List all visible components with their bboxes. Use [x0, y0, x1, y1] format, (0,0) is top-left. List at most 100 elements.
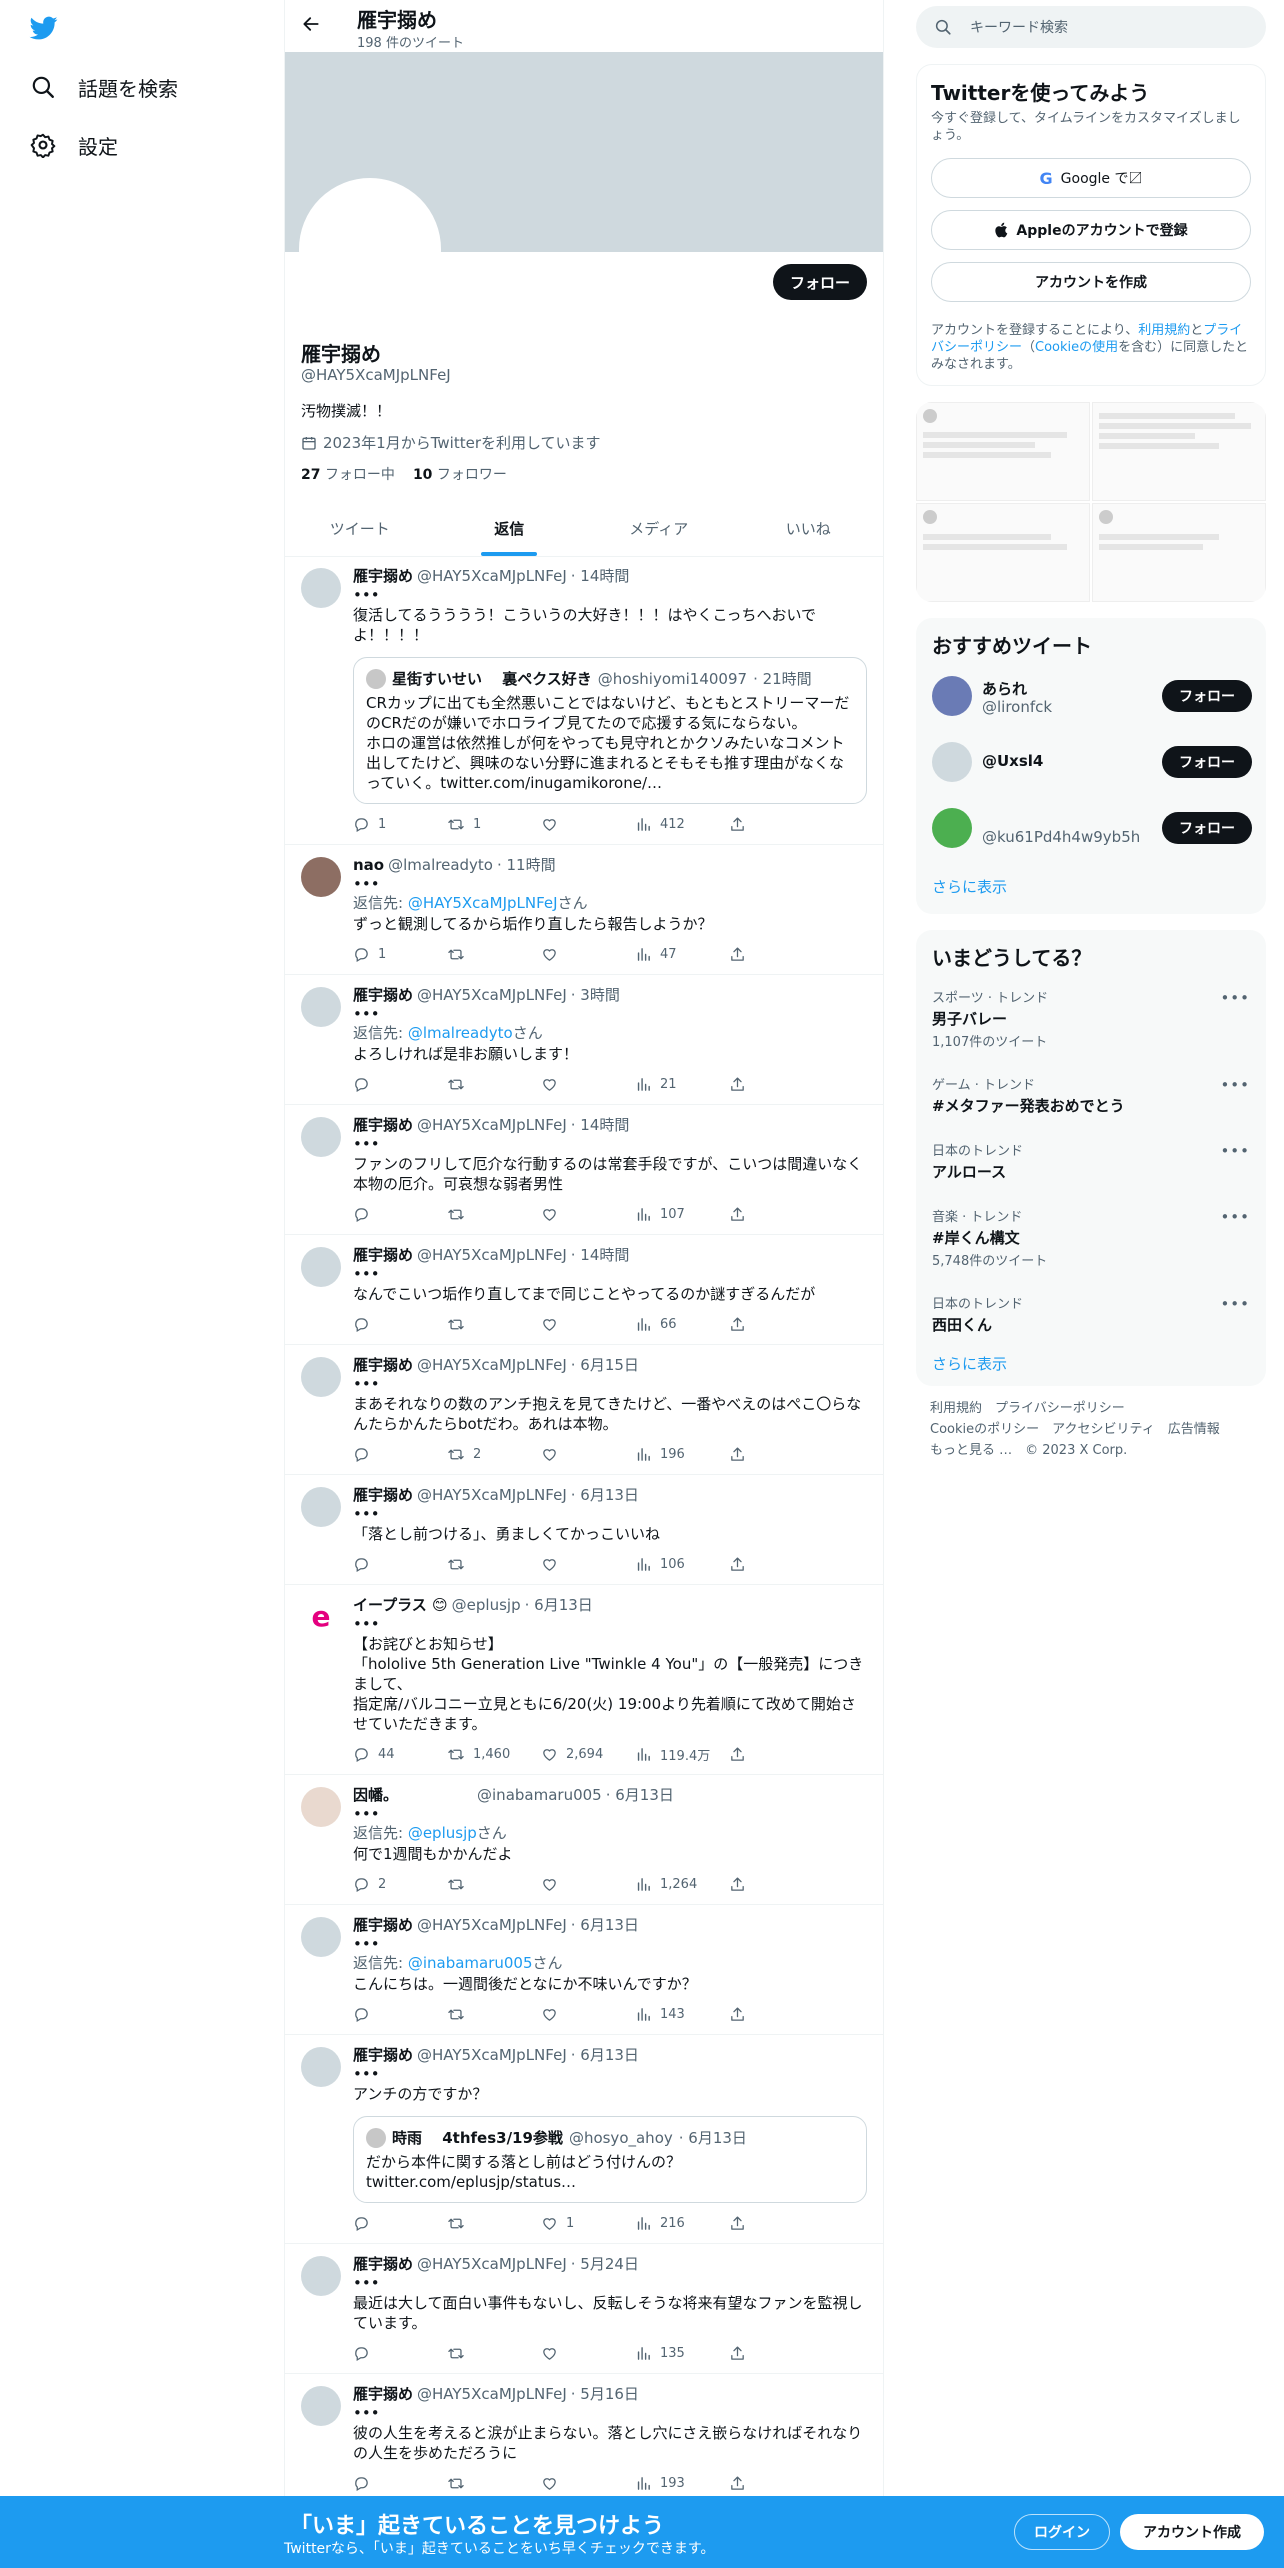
- more-icon[interactable]: •••: [353, 1005, 380, 1023]
- tweet[interactable]: 雁宇搦め @HAY5XcaMJpLNFeJ · 5月16日 ••• 彼の人生を考えると涙…: [285, 2374, 883, 2504]
- views-button[interactable]: 66: [635, 1316, 729, 1333]
- tweet-author-name[interactable]: 雁宇搦め: [353, 2045, 413, 2065]
- views-button[interactable]: 1,264: [635, 1876, 729, 1893]
- media-thumb[interactable]: [1092, 503, 1266, 602]
- more-icon[interactable]: •••: [353, 2274, 380, 2292]
- avatar[interactable]: [301, 857, 341, 897]
- trend-item[interactable]: 音楽 · トレンド #岸くん構文 5,748件のツイート •••: [916, 1194, 1266, 1281]
- retweet-button[interactable]: [447, 2345, 541, 2362]
- reply-to-link[interactable]: @inabamaru005: [408, 1954, 533, 1972]
- tweet[interactable]: 雁宇搦め @HAY5XcaMJpLNFeJ · 6月13日 ••• アンチの方ですか？時…: [285, 2035, 883, 2244]
- retweet-button[interactable]: [447, 1316, 541, 1333]
- follow-button[interactable]: フォロー: [773, 264, 867, 300]
- like-button[interactable]: [541, 946, 635, 963]
- followers-link[interactable]: 10 フォロワー: [413, 464, 507, 484]
- like-button[interactable]: 1: [541, 2215, 635, 2232]
- like-button[interactable]: [541, 816, 635, 833]
- tweet-author-name[interactable]: 雁宇搦め: [353, 1115, 413, 1135]
- reply-to-link[interactable]: @eplusjp: [408, 1824, 477, 1842]
- avatar[interactable]: [301, 1117, 341, 1157]
- follow-button[interactable]: フォロー: [1162, 680, 1252, 712]
- views-button[interactable]: 21: [635, 1076, 729, 1093]
- tab-likes[interactable]: いいね: [734, 502, 884, 556]
- cookie-link[interactable]: Cookieの使用: [1035, 340, 1118, 355]
- media-thumb[interactable]: [916, 402, 1090, 501]
- tweet-author-handle[interactable]: @HAY5XcaMJpLNFeJ: [417, 1915, 567, 1935]
- retweet-button[interactable]: [447, 2215, 541, 2232]
- reply-to-link[interactable]: @HAY5XcaMJpLNFeJ: [408, 894, 558, 912]
- tweet-author-name[interactable]: 雁宇搦め: [353, 985, 413, 1005]
- tab-tweets[interactable]: ツイート: [285, 502, 435, 556]
- avatar[interactable]: [299, 178, 441, 320]
- back-arrow-icon[interactable]: [301, 14, 321, 34]
- like-button[interactable]: [541, 1076, 635, 1093]
- tweet-author-handle[interactable]: @HAY5XcaMJpLNFeJ: [417, 985, 567, 1005]
- views-button[interactable]: 106: [635, 1556, 729, 1573]
- avatar[interactable]: [301, 1917, 341, 1957]
- tweet-time[interactable]: · 14時間: [571, 1245, 630, 1265]
- google-signup-button[interactable]: G Google で〼: [931, 158, 1251, 198]
- like-button[interactable]: [541, 2475, 635, 2492]
- like-button[interactable]: [541, 2345, 635, 2362]
- retweet-button[interactable]: 1,460: [447, 1746, 541, 1763]
- tweet-author-handle[interactable]: @HAY5XcaMJpLNFeJ: [417, 2384, 567, 2404]
- tweet-author-handle[interactable]: @inabamaru005: [402, 1785, 602, 1805]
- avatar[interactable]: [301, 1357, 341, 1397]
- more-icon[interactable]: •••: [353, 1135, 380, 1153]
- tweet-author-handle[interactable]: @HAY5XcaMJpLNFeJ: [417, 1355, 567, 1375]
- like-button[interactable]: [541, 2006, 635, 2023]
- tweet-author-name[interactable]: 雁宇搦め: [353, 1915, 413, 1935]
- views-button[interactable]: 412: [635, 816, 729, 833]
- tweet[interactable]: 雁宇搦め @HAY5XcaMJpLNFeJ · 6月15日 ••• まあそれなりの数のア…: [285, 1345, 883, 1475]
- tweet-time[interactable]: · 5月16日: [571, 2384, 639, 2404]
- share-button[interactable]: [729, 946, 746, 963]
- rec-user[interactable]: あられ @lironfck フォロー: [932, 676, 1252, 720]
- share-button[interactable]: [729, 1206, 746, 1223]
- avatar[interactable]: e: [301, 1597, 341, 1637]
- tweet-time[interactable]: · 14時間: [571, 1115, 630, 1135]
- avatar[interactable]: [301, 987, 341, 1027]
- reply-button[interactable]: [353, 2006, 447, 2023]
- share-button[interactable]: [729, 2006, 746, 2023]
- like-button[interactable]: [541, 1876, 635, 1893]
- more-icon[interactable]: •••: [353, 2404, 380, 2422]
- share-button[interactable]: [729, 1876, 746, 1893]
- tweet-author-handle[interactable]: @HAY5XcaMJpLNFeJ: [417, 1115, 567, 1135]
- terms-link[interactable]: 利用規約: [1138, 323, 1190, 338]
- tweet[interactable]: 雁宇搦め @HAY5XcaMJpLNFeJ · 6月13日 ••• 返信先: @inab…: [285, 1905, 883, 2035]
- media-thumb[interactable]: [916, 503, 1090, 602]
- more-icon[interactable]: •••: [353, 1375, 380, 1393]
- tweet-time[interactable]: · 6月13日: [571, 1485, 639, 1505]
- reply-button[interactable]: [353, 1076, 447, 1093]
- tweet-author-name[interactable]: 雁宇搦め: [353, 1485, 413, 1505]
- rec-user[interactable]: @ku61Pd4h4w9yb5h フォロー: [932, 808, 1252, 852]
- tweet-author-handle[interactable]: @eplusjp: [452, 1595, 521, 1615]
- retweet-button[interactable]: [447, 1556, 541, 1573]
- search-input[interactable]: キーワード検索: [970, 17, 1068, 37]
- tweet[interactable]: 雁宇搦め @HAY5XcaMJpLNFeJ · 3時間 ••• 返信先: @lmalre…: [285, 975, 883, 1105]
- more-icon[interactable]: •••: [353, 586, 380, 604]
- tweet-author-handle[interactable]: @lmalreadyto: [388, 855, 493, 875]
- tab-media[interactable]: メディア: [584, 502, 734, 556]
- footer-line[interactable]: もっと見る … © 2023 X Corp.: [930, 1440, 1220, 1461]
- tweet[interactable]: 雁宇搦め @HAY5XcaMJpLNFeJ · 6月13日 ••• 「落とし前つける」、…: [285, 1475, 883, 1585]
- avatar[interactable]: [301, 2256, 341, 2296]
- reply-button[interactable]: [353, 1206, 447, 1223]
- reply-button[interactable]: [353, 1446, 447, 1463]
- share-button[interactable]: [729, 1446, 746, 1463]
- apple-signup-button[interactable]: Appleのアカウントで登録: [931, 210, 1251, 250]
- reply-to-link[interactable]: @lmalreadyto: [408, 1024, 513, 1042]
- share-button[interactable]: [729, 2345, 746, 2362]
- tab-replies[interactable]: 返信: [435, 502, 585, 556]
- following-link[interactable]: 27 フォロー中: [301, 464, 395, 484]
- retweet-button[interactable]: [447, 2006, 541, 2023]
- tweet-author-name[interactable]: イープラス 😊: [353, 1595, 448, 1615]
- reply-button[interactable]: [353, 2215, 447, 2232]
- retweet-button[interactable]: [447, 2475, 541, 2492]
- retweet-button[interactable]: [447, 946, 541, 963]
- show-more-link[interactable]: さらに表示: [932, 876, 1007, 897]
- like-button[interactable]: [541, 1446, 635, 1463]
- reply-button[interactable]: 44: [353, 1746, 447, 1763]
- avatar[interactable]: [301, 2386, 341, 2426]
- reply-button[interactable]: 2: [353, 1876, 447, 1893]
